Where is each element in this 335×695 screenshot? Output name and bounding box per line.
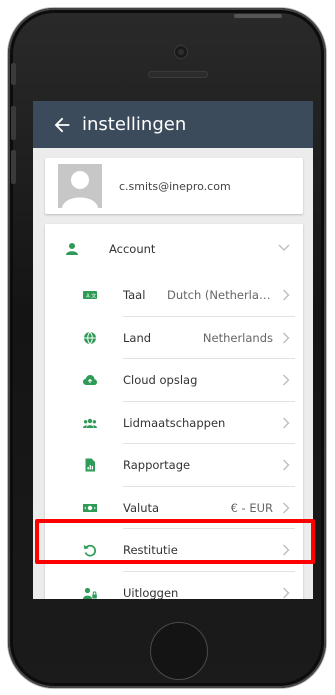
menu-item-valuta[interactable]: Valuta € - EUR — [45, 487, 303, 529]
menu-item-label: Land — [123, 330, 152, 345]
cloud-icon — [83, 375, 97, 385]
chevron-right-icon — [283, 544, 290, 556]
menu-item-value: € - EUR — [230, 500, 273, 515]
chevron-right-icon — [283, 332, 290, 343]
volume-down-button — [11, 150, 16, 184]
front-camera — [174, 45, 188, 59]
app-bar: instellingen — [33, 101, 313, 148]
chevron-down-icon — [278, 244, 290, 251]
group-icon — [83, 418, 97, 428]
person-icon — [66, 243, 78, 255]
avatar — [58, 164, 102, 208]
mute-switch — [11, 63, 16, 85]
account-section-header[interactable]: Account — [45, 224, 303, 274]
menu-item-restitutie[interactable]: Restitutie — [45, 529, 303, 572]
chevron-right-icon — [283, 374, 290, 386]
money-icon — [83, 503, 97, 512]
svg-text:文: 文 — [91, 293, 96, 300]
menu-item-value: Netherlands — [202, 330, 273, 345]
menu-item-label: Lidmaatschappen — [123, 415, 226, 430]
menu-item-label: Uitloggen — [123, 585, 179, 600]
menu-item-label: Valuta — [123, 500, 160, 515]
menu-item-label: Taal — [123, 288, 146, 302]
menu-item-value: Dutch (Netherlands) — [167, 288, 273, 302]
volume-up-button — [11, 106, 16, 140]
globe-icon — [84, 331, 96, 344]
settings-menu: Account A 文 Taal Dutch (Netherlands) Lan… — [45, 224, 303, 599]
menu-item-taal[interactable]: A 文 Taal Dutch (Netherlands) — [45, 274, 303, 317]
account-label: Account — [109, 242, 156, 256]
chevron-right-icon — [283, 459, 290, 471]
profile-email: c.smits@inepro.com — [119, 179, 231, 193]
home-button[interactable] — [150, 622, 208, 680]
language-icon: A 文 — [83, 291, 97, 300]
chevron-right-icon — [283, 417, 290, 428]
app-screen: instellingen c.smits@inepro.com Account — [33, 101, 313, 599]
power-button — [234, 14, 282, 18]
menu-item-label: Rapportage — [123, 458, 191, 472]
chevron-right-icon — [283, 587, 290, 598]
menu-item-label: Cloud opslag — [123, 373, 198, 387]
chevron-right-icon — [283, 289, 290, 301]
profile-card[interactable]: c.smits@inepro.com — [45, 158, 303, 214]
report-icon — [85, 458, 95, 472]
menu-item-lidmaatschappen[interactable]: Lidmaatschappen — [45, 402, 303, 444]
menu-item-label: Restitutie — [123, 543, 178, 557]
menu-item-rapportage[interactable]: Rapportage — [45, 444, 303, 487]
earpiece-speaker — [148, 71, 208, 78]
back-arrow-icon[interactable] — [51, 114, 73, 136]
page-title: instellingen — [82, 114, 187, 135]
menu-item-uitloggen[interactable]: Uitloggen — [45, 572, 303, 600]
logout-user-icon — [83, 587, 97, 599]
menu-item-cloud-opslag[interactable]: Cloud opslag — [45, 359, 303, 402]
avatar-placeholder-icon — [62, 171, 98, 208]
menu-item-land[interactable]: Land Netherlands — [45, 317, 303, 359]
svg-text:A: A — [86, 294, 90, 300]
refund-icon — [83, 544, 96, 557]
settings-content: c.smits@inepro.com Account A 文 Taal Dutc… — [45, 158, 303, 599]
chevron-right-icon — [283, 502, 290, 513]
